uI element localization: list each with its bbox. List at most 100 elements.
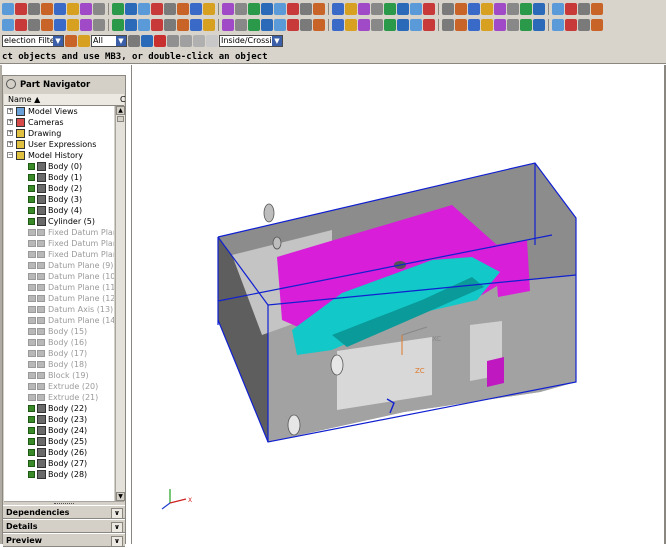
modeling-tool-icon[interactable] <box>287 19 299 31</box>
feature-row[interactable]: Datum Axis (13) <box>4 304 114 315</box>
modeling-tool-icon[interactable] <box>494 19 506 31</box>
pin-icon[interactable] <box>6 78 16 89</box>
chevron-down-icon[interactable]: ∨ <box>111 536 123 547</box>
modeling-tool-icon[interactable] <box>442 19 454 31</box>
visibility-check-icon[interactable] <box>28 262 36 269</box>
standard-tool-icon[interactable] <box>397 3 409 15</box>
tree-node[interactable]: + Drawing <box>4 128 114 139</box>
modeling-tool-icon[interactable] <box>248 19 260 31</box>
standard-tool-icon[interactable] <box>423 3 435 15</box>
standard-tool-icon[interactable] <box>93 3 105 15</box>
deselect-icon[interactable] <box>193 35 205 47</box>
feature-row[interactable]: Datum Plane (12) <box>4 293 114 304</box>
feature-row[interactable]: Extrude (20) <box>4 381 114 392</box>
standard-tool-icon[interactable] <box>274 3 286 15</box>
column-header[interactable]: Name ▲ C <box>4 94 126 106</box>
modeling-tool-icon[interactable] <box>93 19 105 31</box>
modeling-tool-icon[interactable] <box>190 19 202 31</box>
visibility-check-icon[interactable] <box>28 229 36 236</box>
graphics-window[interactable]: ZC XC X <box>131 65 665 544</box>
modeling-tool-icon[interactable] <box>507 19 519 31</box>
standard-tool-icon[interactable] <box>313 3 325 15</box>
standard-tool-icon[interactable] <box>261 3 273 15</box>
selection-filter-dropdown[interactable]: election Filter ▼ <box>2 35 64 47</box>
select-feature-icon[interactable] <box>128 35 140 47</box>
visibility-check-icon[interactable] <box>28 317 36 324</box>
expand-icon[interactable]: + <box>7 130 13 136</box>
standard-tool-icon[interactable] <box>222 3 234 15</box>
modeling-tool-icon[interactable] <box>203 19 215 31</box>
modeling-tool-icon[interactable] <box>177 19 189 31</box>
standard-tool-icon[interactable] <box>578 3 590 15</box>
standard-tool-icon[interactable] <box>235 3 247 15</box>
modeling-tool-icon[interactable] <box>261 19 273 31</box>
visibility-check-icon[interactable] <box>28 383 36 390</box>
scroll-down-icon[interactable]: ▼ <box>116 492 125 501</box>
visibility-check-icon[interactable] <box>28 394 36 401</box>
visibility-check-icon[interactable] <box>28 185 35 192</box>
standard-tool-icon[interactable] <box>533 3 545 15</box>
feature-row[interactable]: Datum Plane (11) <box>4 282 114 293</box>
feature-row[interactable]: Datum Plane (10) <box>4 271 114 282</box>
collapse-icon[interactable]: − <box>7 152 13 158</box>
feature-row[interactable]: Body (27) <box>4 458 114 469</box>
modeling-tool-icon[interactable] <box>67 19 79 31</box>
modeling-tool-icon[interactable] <box>125 19 137 31</box>
visibility-check-icon[interactable] <box>28 350 36 357</box>
standard-tool-icon[interactable] <box>552 3 564 15</box>
visibility-check-icon[interactable] <box>28 438 35 445</box>
visibility-check-icon[interactable] <box>28 372 36 379</box>
column-c[interactable]: C <box>120 94 126 105</box>
standard-tool-icon[interactable] <box>203 3 215 15</box>
standard-tool-icon[interactable] <box>520 3 532 15</box>
visibility-check-icon[interactable] <box>28 207 35 214</box>
standard-tool-icon[interactable] <box>455 3 467 15</box>
select-edge-icon[interactable] <box>154 35 166 47</box>
standard-tool-icon[interactable] <box>442 3 454 15</box>
modeling-tool-icon[interactable] <box>222 19 234 31</box>
visibility-check-icon[interactable] <box>28 196 35 203</box>
modeling-tool-icon[interactable] <box>274 19 286 31</box>
standard-tool-icon[interactable] <box>15 3 27 15</box>
standard-tool-icon[interactable] <box>371 3 383 15</box>
section-dependencies[interactable]: Dependencies ∨ <box>3 505 125 519</box>
feature-row[interactable]: Fixed Datum Plane ... <box>4 249 114 260</box>
feature-row[interactable]: Body (3) <box>4 194 114 205</box>
visibility-check-icon[interactable] <box>28 405 35 412</box>
modeling-tool-icon[interactable] <box>112 19 124 31</box>
modeling-tool-icon[interactable] <box>552 19 564 31</box>
standard-tool-icon[interactable] <box>565 3 577 15</box>
expand-icon[interactable]: + <box>7 119 13 125</box>
modeling-tool-icon[interactable] <box>481 19 493 31</box>
modeling-tool-icon[interactable] <box>410 19 422 31</box>
modeling-tool-icon[interactable] <box>332 19 344 31</box>
modeling-tool-icon[interactable] <box>533 19 545 31</box>
visibility-check-icon[interactable] <box>28 240 36 247</box>
standard-tool-icon[interactable] <box>41 3 53 15</box>
scroll-thumb[interactable] <box>117 116 124 122</box>
standard-tool-icon[interactable] <box>481 3 493 15</box>
visibility-check-icon[interactable] <box>28 471 35 478</box>
visibility-check-icon[interactable] <box>28 163 35 170</box>
column-name[interactable]: Name ▲ <box>8 94 40 105</box>
standard-tool-icon[interactable] <box>300 3 312 15</box>
feature-row[interactable]: Body (22) <box>4 403 114 414</box>
visibility-check-icon[interactable] <box>28 284 36 291</box>
visibility-check-icon[interactable] <box>28 174 35 181</box>
visibility-check-icon[interactable] <box>28 218 35 225</box>
modeling-tool-icon[interactable] <box>300 19 312 31</box>
visibility-check-icon[interactable] <box>28 449 35 456</box>
standard-tool-icon[interactable] <box>54 3 66 15</box>
standard-tool-icon[interactable] <box>164 3 176 15</box>
feature-row[interactable]: Datum Plane (9) <box>4 260 114 271</box>
feature-row[interactable]: Cylinder (5) <box>4 216 114 227</box>
modeling-tool-icon[interactable] <box>371 19 383 31</box>
feature-row[interactable]: Body (2) <box>4 183 114 194</box>
standard-tool-icon[interactable] <box>151 3 163 15</box>
standard-tool-icon[interactable] <box>190 3 202 15</box>
modeling-tool-icon[interactable] <box>28 19 40 31</box>
modeling-tool-icon[interactable] <box>591 19 603 31</box>
select-body-icon[interactable] <box>167 35 179 47</box>
feature-row[interactable]: Fixed Datum Plane ... <box>4 227 114 238</box>
modeling-tool-icon[interactable] <box>345 19 357 31</box>
